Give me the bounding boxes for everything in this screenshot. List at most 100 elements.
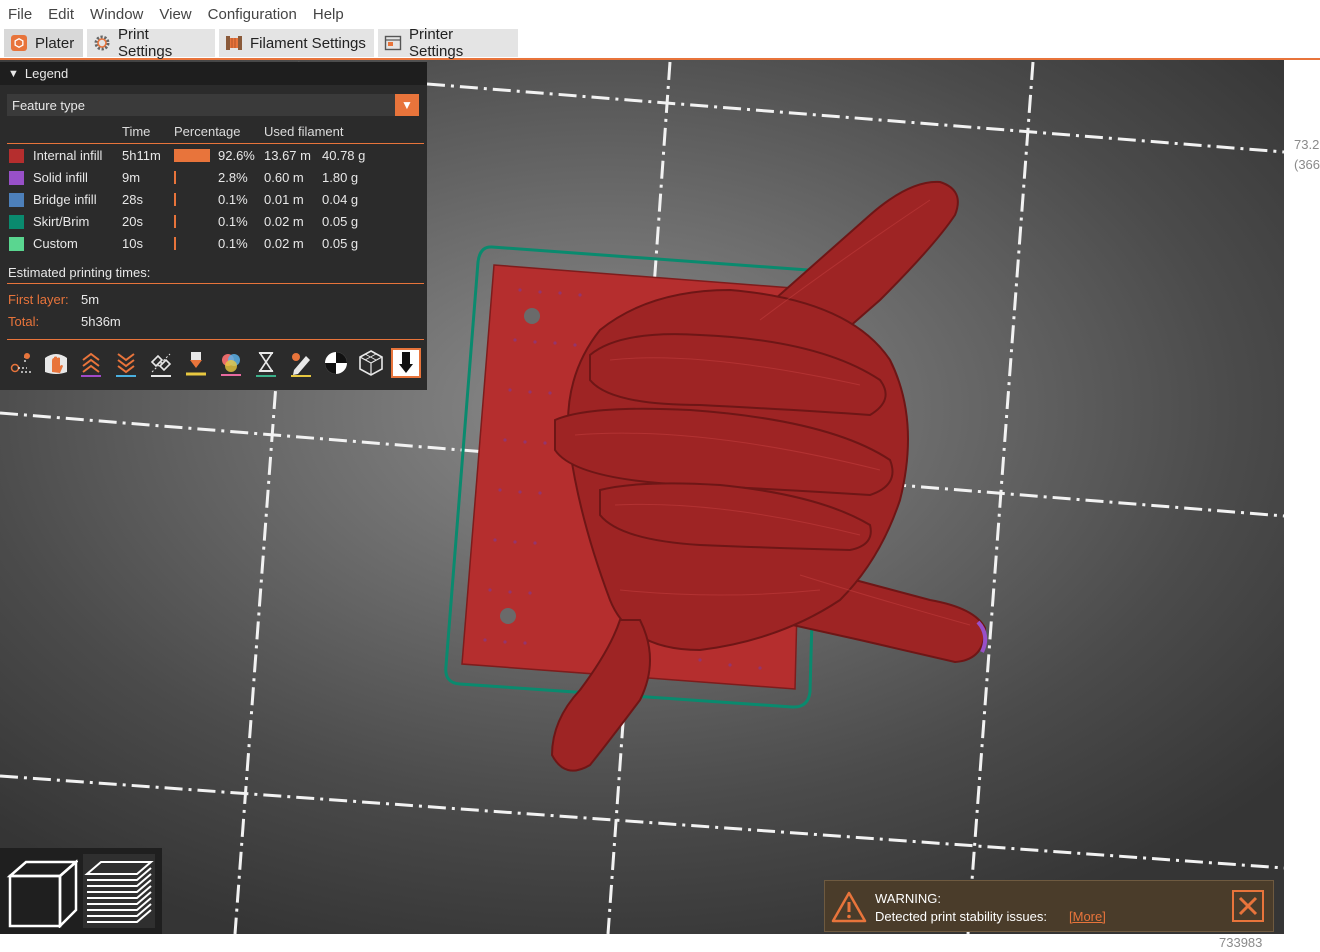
legend-row[interactable]: Custom 10s 0.1% 0.02 m 0.05 g (0, 234, 427, 256)
shells-icon[interactable] (356, 348, 386, 378)
feature-weight: 1.80 g (322, 170, 359, 185)
feature-name: Bridge infill (33, 192, 97, 207)
feature-percentage: 2.8% (218, 170, 248, 185)
estimated-times-label: Estimated printing times: (8, 265, 151, 280)
feature-time: 5h11m (122, 148, 161, 163)
color-swatch (9, 193, 24, 207)
total-value: 5h36m (81, 314, 121, 329)
feature-weight: 0.05 g (322, 214, 359, 229)
feature-length: 0.60 m (264, 170, 304, 185)
dropdown-arrow-icon[interactable]: ▼ (395, 94, 419, 116)
first-layer-value: 5m (81, 292, 100, 307)
mount-hole (524, 308, 540, 324)
menu-bar: File Edit Window View Configuration Help (0, 0, 1320, 29)
feature-time: 28s (122, 192, 143, 207)
column-header-time: Time (122, 124, 151, 139)
legend-row[interactable]: Solid infill 9m 2.8% 0.60 m 1.80 g (0, 168, 427, 190)
feature-length: 0.01 m (264, 192, 304, 207)
printer-icon (384, 35, 402, 51)
filament-spool-icon (226, 36, 242, 50)
menu-file[interactable]: File (0, 6, 40, 23)
first-layer-label: First layer: (8, 292, 69, 307)
divider (7, 143, 424, 144)
feature-time: 20s (122, 214, 143, 229)
column-header-percentage: Percentage (174, 124, 241, 139)
menu-configuration[interactable]: Configuration (200, 6, 305, 23)
tab-printer-settings[interactable]: Printer Settings (378, 26, 518, 60)
color-swatch (9, 171, 24, 185)
legend-header[interactable]: ▼ Legend (0, 62, 427, 85)
color-swatch (9, 215, 24, 229)
tab-plater-label: Plater (35, 34, 75, 52)
collapse-triangle-icon[interactable]: ▼ (8, 68, 19, 80)
legend-row[interactable]: Bridge infill 28s 0.1% 0.01 m 0.04 g (0, 190, 427, 212)
tool-changes-icon[interactable] (181, 348, 211, 378)
wipe-hand-icon[interactable] (41, 348, 71, 378)
menu-edit[interactable]: Edit (40, 6, 82, 23)
bottom-strip (0, 934, 1284, 952)
menu-view[interactable]: View (151, 6, 199, 23)
percentage-bar (174, 171, 176, 184)
feature-length: 0.02 m (264, 236, 304, 251)
right-side-panel (1284, 60, 1320, 952)
preview-layers-icon[interactable] (83, 854, 155, 928)
percentage-bar (174, 237, 176, 250)
feature-name: Custom (33, 236, 78, 251)
deretractions-icon[interactable] (111, 348, 141, 378)
3d-view-icon[interactable] (6, 854, 78, 928)
warning-more-link[interactable]: [More] (1069, 909, 1106, 924)
pause-icon[interactable] (251, 348, 281, 378)
warning-message: Detected print stability issues: (875, 909, 1047, 924)
coordinate-readout: 73.2 (1294, 137, 1320, 152)
feature-time: 10s (122, 236, 143, 251)
percentage-bar (174, 193, 176, 206)
percentage-bar (174, 149, 210, 162)
tab-print-settings-label: Print Settings (118, 26, 173, 60)
feature-name: Skirt/Brim (33, 214, 90, 229)
mount-hole (500, 608, 516, 624)
tab-plater[interactable]: Plater (4, 29, 83, 57)
feature-percentage: 0.1% (218, 214, 248, 229)
custom-gcode-icon[interactable] (286, 348, 316, 378)
tab-filament-settings[interactable]: Filament Settings (219, 29, 374, 57)
view-switcher (0, 848, 162, 934)
tab-printer-settings-label: Printer Settings (409, 26, 464, 60)
legend-row[interactable]: Skirt/Brim 20s 0.1% 0.02 m 0.05 g (0, 212, 427, 234)
feature-percentage: 92.6% (218, 148, 255, 163)
feature-weight: 0.05 g (322, 236, 359, 251)
feature-time: 9m (122, 170, 141, 185)
percentage-bar (174, 215, 176, 228)
travel-icon[interactable] (7, 348, 37, 378)
warning-triangle-icon (831, 891, 867, 923)
feature-name: Internal infill (33, 148, 103, 163)
column-header-used-filament: Used filament (264, 124, 344, 139)
feature-length: 0.02 m (264, 214, 304, 229)
color-swatch (9, 237, 24, 251)
tab-print-settings[interactable]: Print Settings (87, 26, 215, 60)
total-label: Total: (8, 314, 40, 329)
feature-percentage: 0.1% (218, 192, 248, 207)
menu-window[interactable]: Window (82, 6, 151, 23)
coordinate-readout-secondary: (366 (1294, 157, 1320, 172)
legend-row[interactable]: Internal infill 5h11m 92.6% 13.67 m 40.78 g (0, 146, 427, 168)
tool-marker-icon[interactable] (391, 348, 421, 378)
warning-notification: WARNING: Detected print stability issues… (824, 880, 1274, 932)
color-swatch (9, 149, 24, 163)
warning-title: WARNING: (875, 891, 941, 906)
retractions-icon[interactable] (76, 348, 106, 378)
feature-weight: 40.78 g (322, 148, 366, 163)
menu-help[interactable]: Help (305, 6, 352, 23)
feature-length: 13.67 m (264, 148, 311, 163)
center-of-gravity-icon[interactable] (321, 348, 351, 378)
status-number: 733983 (1219, 935, 1263, 950)
view-type-dropdown[interactable]: Feature type ▼ (7, 94, 419, 116)
close-icon[interactable] (1232, 890, 1264, 922)
tab-filament-settings-label: Filament Settings (250, 34, 366, 52)
tab-bar: Plater Print Settings Filament Settings … (0, 26, 1320, 60)
color-changes-icon[interactable] (216, 348, 246, 378)
legend-panel: ▼ Legend Feature type ▼ Time Percentage … (0, 62, 427, 390)
view-type-value: Feature type (12, 97, 85, 113)
divider (7, 339, 424, 340)
seams-icon[interactable] (146, 348, 176, 378)
legend-title: Legend (24, 66, 69, 81)
